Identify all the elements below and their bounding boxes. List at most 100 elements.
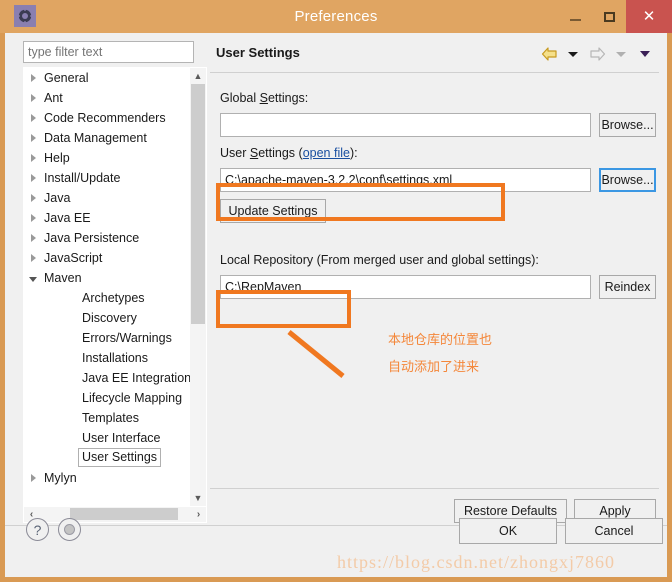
maximize-button[interactable] <box>592 0 626 33</box>
panel-footer-divider <box>210 488 659 489</box>
arrow-left-icon[interactable] <box>539 45 559 63</box>
sidebar-item-java[interactable]: Java <box>24 188 192 208</box>
sidebar-item-label: Data Management <box>44 131 147 145</box>
sidebar-item-label: User Interface <box>82 431 161 445</box>
settings-panel: User Settings Global Settings: Browse...… <box>210 41 659 523</box>
user-settings-label-mid: ettings ( <box>258 146 303 160</box>
user-settings-input[interactable] <box>220 168 591 192</box>
sidebar-item-label: Java EE <box>44 211 91 225</box>
chevron-right-icon[interactable] <box>24 468 42 488</box>
chevron-right-icon[interactable] <box>24 88 42 108</box>
sidebar-item-label: Errors/Warnings <box>82 331 172 345</box>
tree-vertical-scrollbar[interactable]: ▲ ▼ <box>190 68 206 506</box>
chevron-right-icon[interactable] <box>24 68 42 88</box>
sidebar-item-java-ee-integration[interactable]: Java EE Integration <box>24 368 192 388</box>
sidebar-item-user-interface[interactable]: User Interface <box>24 428 192 448</box>
user-settings-label: User Settings (open file): <box>220 146 358 160</box>
chevron-right-icon[interactable] <box>24 208 42 228</box>
sidebar-item-errors-warnings[interactable]: Errors/Warnings <box>24 328 192 348</box>
minimize-button[interactable] <box>558 0 592 33</box>
close-button[interactable]: ✕ <box>626 0 672 33</box>
user-settings-label-pre: User <box>220 146 250 160</box>
panel-header: User Settings <box>210 41 659 73</box>
page-title: User Settings <box>216 45 300 60</box>
sidebar-item-code-recommenders[interactable]: Code Recommenders <box>24 108 192 128</box>
help-button[interactable]: ? <box>26 518 49 541</box>
global-settings-label-mnemonic: S <box>259 91 268 105</box>
view-menu-chevron-down-icon[interactable] <box>635 45 655 63</box>
tree-horizontal-scroll-thumb[interactable] <box>70 508 178 520</box>
sidebar-item-label: User Settings <box>78 448 162 467</box>
chevron-right-icon[interactable] <box>24 148 42 168</box>
global-settings-browse-button[interactable]: Browse... <box>599 113 656 137</box>
scroll-right-icon[interactable]: › <box>191 507 206 521</box>
sidebar-item-installations[interactable]: Installations <box>24 348 192 368</box>
filter-input[interactable] <box>23 41 194 63</box>
back-history-chevron-down-icon[interactable] <box>563 45 583 63</box>
close-icon: ✕ <box>642 8 656 25</box>
tree-horizontal-scrollbar[interactable]: ‹ › <box>23 507 207 523</box>
sidebar-item-label: General <box>44 71 89 85</box>
title-bar: Preferences ✕ <box>0 0 672 33</box>
local-repository-input[interactable] <box>220 275 591 299</box>
global-settings-label-post: ettings: <box>267 91 309 105</box>
sidebar-item-java-persistence[interactable]: Java Persistence <box>24 228 192 248</box>
sidebar-item-javascript[interactable]: JavaScript <box>24 248 192 268</box>
sidebar-item-label: JavaScript <box>44 251 103 265</box>
global-settings-input[interactable] <box>220 113 591 137</box>
chevron-right-icon[interactable] <box>24 188 42 208</box>
reindex-button[interactable]: Reindex <box>599 275 656 299</box>
sidebar-item-label: Templates <box>82 411 139 425</box>
sidebar-item-label: Lifecycle Mapping <box>82 391 183 405</box>
scroll-down-icon[interactable]: ▼ <box>190 490 206 506</box>
sidebar-item-archetypes[interactable]: Archetypes <box>24 288 192 308</box>
sidebar-item-java-ee[interactable]: Java EE <box>24 208 192 228</box>
chevron-right-icon[interactable] <box>24 228 42 248</box>
annotation-line-1: 本地仓库的位置也 <box>388 333 493 348</box>
sidebar-item-label: Java <box>44 191 71 205</box>
preferences-window: Preferences ✕ General Ant Code Recommender… <box>0 0 672 582</box>
tree-vertical-scroll-thumb[interactable] <box>191 84 205 324</box>
arrow-right-icon <box>587 45 607 63</box>
chevron-right-icon[interactable] <box>24 168 42 188</box>
scroll-up-icon[interactable]: ▲ <box>190 68 206 84</box>
chevron-right-icon[interactable] <box>24 128 42 148</box>
sidebar-item-discovery[interactable]: Discovery <box>24 308 192 328</box>
sidebar-item-ant[interactable]: Ant <box>24 88 192 108</box>
sidebar-item-general[interactable]: General <box>24 68 192 88</box>
update-settings-button[interactable]: Update Settings <box>220 199 326 223</box>
sidebar-item-install-update[interactable]: Install/Update <box>24 168 192 188</box>
open-file-link[interactable]: open file <box>303 146 350 160</box>
user-settings-label-post: ): <box>349 146 358 160</box>
user-settings-label-mnemonic: S <box>249 146 259 160</box>
sidebar-item-label: Installations <box>82 351 149 365</box>
chevron-right-icon[interactable] <box>24 108 42 128</box>
header-divider <box>210 72 659 73</box>
sidebar-item-help[interactable]: Help <box>24 148 192 168</box>
ok-button[interactable]: OK <box>459 518 557 544</box>
sidebar-item-user-settings[interactable]: User Settings <box>24 448 192 468</box>
sidebar-item-templates[interactable]: Templates <box>24 408 192 428</box>
cancel-button[interactable]: Cancel <box>565 518 663 544</box>
forward-history-chevron-down-icon <box>611 45 631 63</box>
sidebar-item-label: Maven <box>44 271 82 285</box>
sidebar-item-lifecycle-mapping[interactable]: Lifecycle Mapping <box>24 388 192 408</box>
user-settings-browse-button[interactable]: Browse... <box>599 168 656 192</box>
sidebar-item-label: Discovery <box>82 311 137 325</box>
chevron-right-icon[interactable] <box>24 248 42 268</box>
circle-dot-icon[interactable] <box>58 518 81 541</box>
sidebar-item-mylyn[interactable]: Mylyn <box>24 468 192 488</box>
chevron-down-icon[interactable] <box>24 268 42 288</box>
preferences-tree: General Ant Code Recommenders Data Manageme… <box>23 67 207 507</box>
sidebar-item-maven[interactable]: Maven <box>24 268 192 288</box>
sidebar-item-data-management[interactable]: Data Management <box>24 128 192 148</box>
sidebar-item-label: Code Recommenders <box>44 111 166 125</box>
